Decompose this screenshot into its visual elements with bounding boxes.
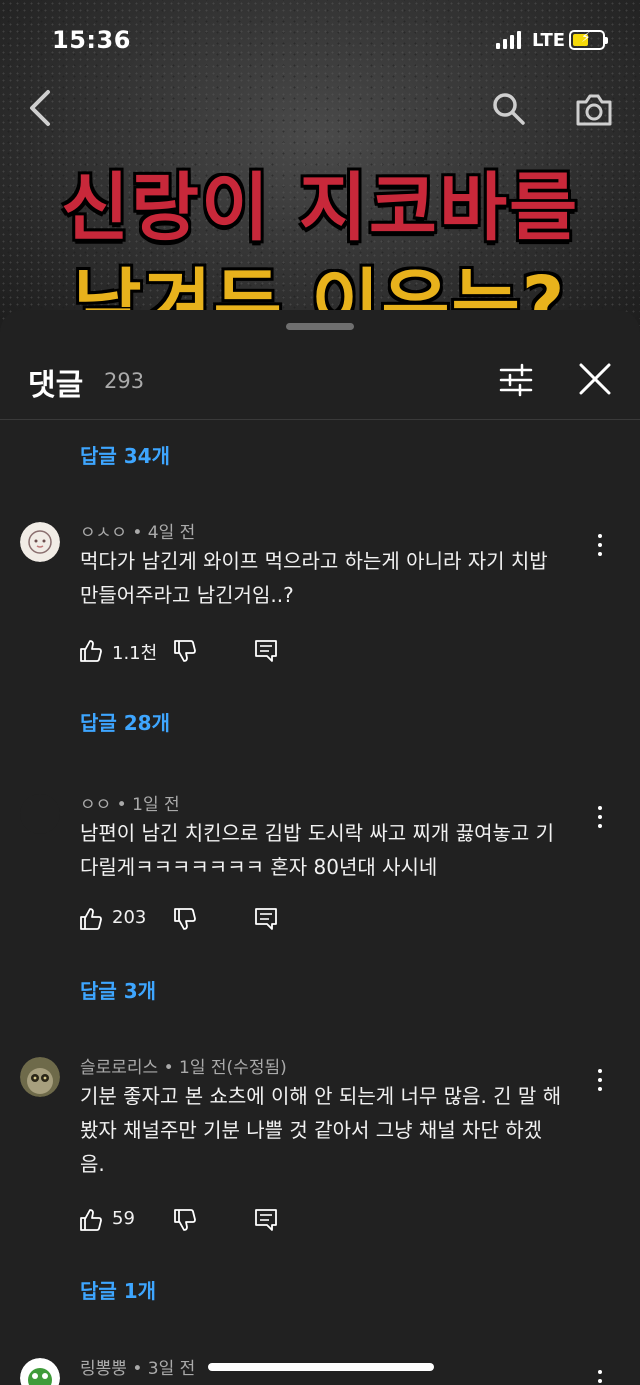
more-options-icon[interactable] [588,1067,612,1093]
reply-comment-icon[interactable] [254,1207,278,1233]
sort-filter-icon[interactable] [498,362,534,398]
comment-text-line: 기분 좋자고 본 쇼츠에 이해 안 되는게 너무 많음. 긴 말 해 [80,1084,562,1108]
comment-text-line: 만들어주라고 남긴거임..? [80,583,294,607]
view-replies-link[interactable]: 답글 28개 [80,707,170,736]
comment-text-line: 먹다가 남긴게 와이프 먹으라고 하는게 아니라 자기 치밥 [80,549,548,573]
comment-text: 먹다가 남긴게 와이프 먹으라고 하는게 아니라 자기 치밥 만들어주라고 남긴… [80,544,600,612]
camera-icon[interactable] [574,90,614,128]
comment-meta: 슬로로리스 • 1일 전(수정됨) [80,1058,287,1078]
thumbs-up-icon[interactable] [78,1207,104,1233]
like-count: 1.1천 [112,643,158,664]
comment-text-line: 봤자 채널주만 기분 나쁠 것 같아서 그냥 채널 차단 하겠 [80,1118,543,1142]
reply-comment-icon[interactable] [254,906,278,932]
comment-text-line: 음. [80,1152,105,1176]
reply-comment-icon[interactable] [254,638,278,664]
thumbs-up-icon[interactable] [78,906,104,932]
comment-time: 3일 전 [147,1359,196,1379]
cellular-signal-icon [496,31,521,49]
comment-text: 남편이 남긴 치킨으로 김밥 도시락 싸고 찌개 끓여놓고 기 다릴게ㅋㅋㅋㅋㅋ… [80,816,600,884]
view-replies-link[interactable]: 답글 3개 [80,975,156,1004]
battery-icon: ⚡ [569,30,608,50]
sheet-drag-handle[interactable] [286,323,354,330]
more-options-icon[interactable] [588,532,612,558]
comment-time: 4일 전 [147,523,196,543]
comment-author[interactable]: ㅇㅅㅇ [80,523,127,543]
comment-author[interactable]: 슬로로리스 [80,1058,158,1078]
more-options-icon[interactable] [588,1368,612,1385]
comment-text: 기분 좋자고 본 쇼츠에 이해 안 되는게 너무 많음. 긴 말 해 봤자 채널… [80,1079,600,1181]
comment-actions: 1.1천 [78,636,318,666]
close-icon[interactable] [576,360,614,398]
comment-meta: ㅇㅇ • 1일 전 [80,795,180,815]
comments-sheet: 댓글 293 답글 34개 ㅇㅅㅇ • 4일 전 먹다가 남긴게 와이프 먹으라… [0,310,640,1385]
comment-meta: ㅇㅅㅇ • 4일 전 [80,523,196,543]
comment-actions: 59 [78,1205,318,1235]
thumbs-down-icon[interactable] [172,906,198,932]
comment-time: 1일 전(수정됨) [179,1058,287,1078]
avatar[interactable] [20,794,60,834]
view-replies-link[interactable]: 답글 34개 [80,440,170,469]
comment-actions: 203 [78,904,318,934]
status-time: 15:36 [52,26,131,54]
comment-time: 1일 전 [132,795,180,815]
view-replies-link[interactable]: 답글 1개 [80,1275,156,1304]
avatar[interactable] [20,1358,60,1385]
comment-meta: 링뽕뿡 • 3일 전 [80,1359,196,1379]
thumbs-down-icon[interactable] [172,638,198,664]
status-bar: 15:36 LTE ⚡ [0,0,640,80]
like-count: 59 [112,1208,135,1229]
back-arrow-icon[interactable] [24,88,58,128]
home-indicator[interactable] [208,1363,434,1371]
comment-text-line: 다릴게ㅋㅋㅋㅋㅋㅋㅋ 혼자 80년대 사시네 [80,855,438,879]
like-count: 203 [112,907,147,928]
comment-author[interactable]: 링뽕뿡 [80,1359,127,1379]
thumbs-down-icon[interactable] [172,1207,198,1233]
comments-count: 293 [104,369,145,393]
network-type: LTE [532,30,566,51]
comment-text-line: 남편이 남긴 치킨으로 김밥 도시락 싸고 찌개 끓여놓고 기 [80,821,555,845]
headline-line1: 신랑이 지코바를 [60,165,580,251]
thumbs-up-icon[interactable] [78,638,104,664]
more-options-icon[interactable] [588,804,612,830]
comments-header: 댓글 293 [0,340,640,420]
avatar[interactable] [20,522,60,562]
search-icon[interactable] [490,90,526,126]
avatar[interactable] [20,1057,60,1097]
comment-author[interactable]: ㅇㅇ [80,795,111,815]
comments-title: 댓글 [28,368,84,403]
